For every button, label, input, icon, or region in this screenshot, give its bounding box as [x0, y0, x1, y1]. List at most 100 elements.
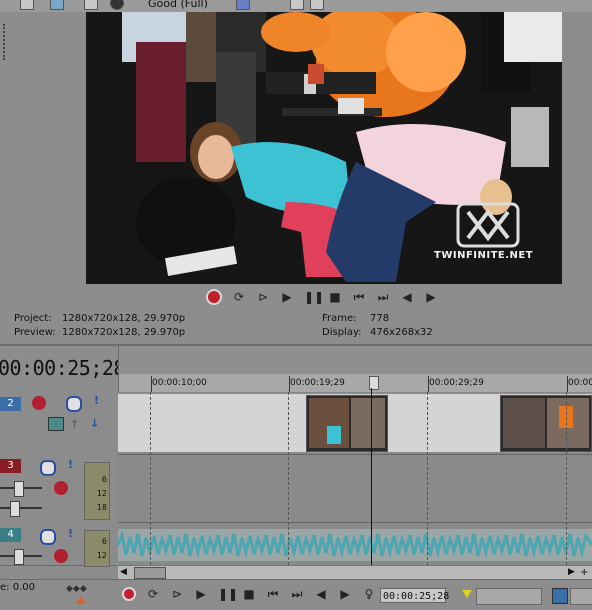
level-meter: 6 12	[84, 530, 110, 567]
mute-icon[interactable]	[66, 396, 82, 412]
track-fx-icon[interactable]	[54, 481, 68, 495]
mute-icon[interactable]	[40, 529, 56, 545]
ruler-label: 00:00:19;29	[290, 378, 345, 388]
composite-mode-icon[interactable]	[48, 417, 64, 431]
meter-label: 18	[96, 503, 107, 512]
next-frame-button[interactable]: ▶	[424, 290, 438, 304]
marker-line	[427, 392, 428, 565]
track-header-video-2[interactable]: 3 ! 6 12 18	[0, 454, 116, 523]
go-to-end-button[interactable]: ⏭	[290, 587, 304, 601]
preview-left-gutter	[0, 12, 86, 297]
scroll-left-icon[interactable]: ◀	[120, 567, 130, 578]
previous-frame-button[interactable]: ◀	[400, 290, 414, 304]
volume-slider-handle[interactable]	[14, 481, 24, 497]
previous-frame-button[interactable]: ◀	[314, 587, 328, 601]
clip-thumbnail	[351, 398, 385, 448]
project-value: 1280x720x128, 29.970p	[62, 313, 186, 324]
play-from-start-button[interactable]: ⊳	[170, 587, 184, 601]
ruler-label: 00:00:	[568, 378, 592, 388]
ruler-tick	[567, 376, 568, 392]
cursor-timecode-field[interactable]: 00:00:25;28	[380, 588, 449, 603]
rate-indicator-icon[interactable]	[76, 596, 86, 604]
clip-thumbnail-detail	[327, 426, 341, 444]
stop-button[interactable]: ■	[242, 587, 256, 601]
split-screen-icon[interactable]	[110, 0, 124, 10]
playhead-line	[371, 388, 372, 565]
rate-readout: e: 0.00	[0, 582, 35, 593]
marker-line	[150, 392, 151, 565]
pause-button[interactable]: ❚❚	[218, 587, 238, 601]
preview-effects-icon[interactable]	[84, 0, 98, 10]
loop-playback-button[interactable]: ⟳	[146, 587, 160, 601]
solo-icon[interactable]: !	[68, 458, 73, 471]
record-button[interactable]	[124, 589, 134, 599]
meter-label: 6	[101, 537, 107, 546]
video-clip[interactable]	[306, 395, 388, 452]
volume-slider-handle[interactable]	[14, 549, 24, 565]
timeline-timecode: 00:00:25;28	[0, 356, 125, 380]
go-to-start-button[interactable]: ⏮	[352, 290, 366, 304]
pause-button[interactable]: ❚❚	[304, 290, 324, 304]
level-meter: 6 12 18	[84, 462, 110, 520]
meter-label: 6	[101, 475, 107, 484]
track-fx-icon[interactable]	[32, 396, 46, 410]
display-label: Display:	[322, 327, 362, 338]
overlays-grid-icon[interactable]	[236, 0, 250, 10]
stop-button[interactable]: ■	[328, 290, 342, 304]
go-to-start-button[interactable]: ⏮	[266, 587, 280, 601]
track-header-audio[interactable]: 4 ! 6 12	[0, 522, 116, 567]
track-lane-video-2[interactable]	[118, 454, 592, 523]
track-header-video[interactable]: 2 ! ↑ ↓	[0, 392, 116, 455]
solo-icon[interactable]: !	[94, 394, 99, 407]
video-preview: TWINFINITE.NET	[86, 12, 562, 284]
solo-icon[interactable]: !	[68, 527, 73, 540]
video-clip[interactable]	[500, 395, 592, 452]
play-button[interactable]: ▶	[280, 290, 294, 304]
timeline-transport-bar: e: 0.00 ◆◆◆ ⟳ ⊳ ▶ ❚❚ ■ ⏮ ⏭ ◀ ▶ ♀ 00:00:2…	[0, 579, 592, 610]
track-number-badge: 2	[0, 397, 21, 411]
marker-line	[288, 392, 289, 565]
track-fx-icon[interactable]	[54, 549, 68, 563]
timeline-header: 00:00:25;28	[0, 346, 125, 392]
frame-value: 778	[370, 313, 390, 324]
meter-label: 12	[96, 489, 107, 498]
child-track-icon[interactable]: ↓	[90, 417, 99, 430]
ruler-label: 00:00:10;00	[152, 378, 207, 388]
selection-end-icon[interactable]	[552, 588, 568, 604]
display-value: 476x268x32	[370, 327, 433, 338]
go-to-end-button[interactable]: ⏭	[376, 290, 390, 304]
clip-thumbnail	[503, 398, 545, 448]
next-frame-button[interactable]: ▶	[338, 587, 352, 601]
ruler-label: 00:00:29;29	[429, 378, 484, 388]
timeline-ruler[interactable]: 00:00:10;00 00:00:19;29 00:00:29;29 00:0…	[118, 346, 592, 392]
dock-grip[interactable]	[3, 24, 8, 60]
copy-snapshot-icon[interactable]	[290, 0, 304, 10]
preview-label: Preview:	[14, 327, 56, 338]
preview-frame-image	[86, 12, 562, 284]
timeline-scrollbar[interactable]: ◀ ▶ +	[118, 565, 592, 580]
scroll-thumb[interactable]	[134, 567, 166, 579]
parent-track-icon[interactable]: ↑	[70, 418, 79, 431]
zoom-in-icon[interactable]: +	[580, 567, 590, 578]
record-button[interactable]	[208, 291, 220, 303]
ruler-tick	[428, 376, 429, 392]
preview-watermark-text: TWINFINITE.NET	[434, 250, 534, 261]
track-lane-audio[interactable]	[118, 522, 592, 566]
track-lane-video[interactable]	[118, 392, 592, 454]
save-snapshot-icon[interactable]	[310, 0, 324, 10]
selection-length-field[interactable]	[476, 588, 542, 605]
selection-end-field[interactable]	[570, 588, 592, 605]
loop-playback-button[interactable]: ⟳	[232, 290, 246, 304]
scroll-right-icon[interactable]: ▶	[568, 567, 578, 578]
mute-icon[interactable]	[40, 460, 56, 476]
play-from-start-button[interactable]: ⊳	[256, 290, 270, 304]
preview-properties-icon[interactable]	[20, 0, 34, 10]
pan-slider-track[interactable]	[0, 507, 42, 509]
selection-start-icon[interactable]	[462, 590, 472, 598]
preview-quality-select[interactable]: Good (Full)	[148, 0, 208, 10]
rate-shuttle-icon[interactable]: ◆◆◆	[66, 584, 90, 594]
marker-line	[566, 392, 567, 565]
external-monitor-icon[interactable]	[50, 0, 64, 10]
play-button[interactable]: ▶	[194, 587, 208, 601]
pan-slider-handle[interactable]	[10, 501, 20, 517]
